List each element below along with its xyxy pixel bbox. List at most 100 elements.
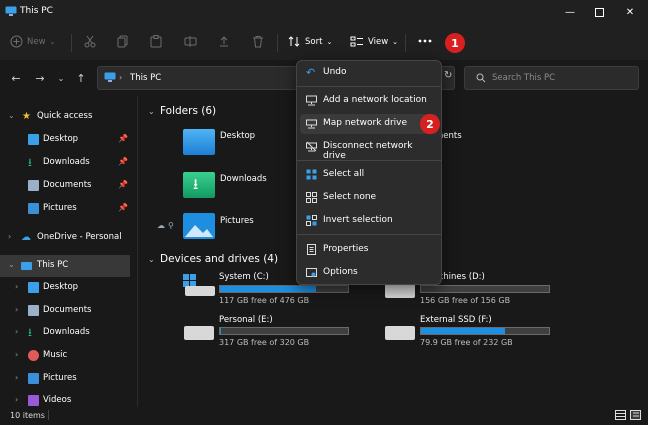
toolbar-divider xyxy=(277,34,278,52)
folder-desktop[interactable] xyxy=(183,129,215,155)
drive-e-icon[interactable] xyxy=(184,326,214,340)
pin-icon: 📌 xyxy=(118,203,128,212)
arrow-right-icon: → xyxy=(35,71,45,85)
folder-pictures[interactable] xyxy=(183,213,215,242)
chevron-right-icon: › xyxy=(15,350,19,359)
sidebar-item-desktop[interactable]: Desktop 📌 xyxy=(0,129,130,151)
sort-button[interactable]: Sort ⌄ xyxy=(288,35,332,48)
sidebar-item-downloads[interactable]: ⭳ Downloads 📌 xyxy=(0,152,130,174)
menu-item-invert-selection[interactable]: Invert selection xyxy=(300,211,438,231)
tiles-view-icon[interactable] xyxy=(630,410,641,420)
drive-d-icon[interactable] xyxy=(385,284,415,298)
new-button[interactable]: New ⌄ xyxy=(10,35,55,48)
delete-icon[interactable] xyxy=(252,35,264,48)
menu-item-map-network-drive[interactable]: Map network drive xyxy=(300,114,438,134)
plus-circle-icon xyxy=(10,35,23,48)
sidebar-item-quick-access[interactable]: ⌄ ★ Quick access xyxy=(0,106,130,128)
minimize-icon: — xyxy=(565,6,575,18)
drive-usage-fill xyxy=(220,286,316,292)
drive-free-space: 117 GB free of 476 GB xyxy=(219,296,310,305)
folder-downloads[interactable]: ⭳ xyxy=(183,172,215,198)
close-button[interactable]: ✕ xyxy=(615,0,645,24)
picture-icon xyxy=(28,373,39,384)
menu-item-add-network-location[interactable]: Add a network location xyxy=(300,91,438,111)
sidebar-item-this-pc[interactable]: ⌄ This PC xyxy=(0,255,130,277)
cut-icon[interactable] xyxy=(84,35,96,48)
sidebar-item-pc-music[interactable]: › Music xyxy=(0,345,130,367)
up-button[interactable]: ↑ xyxy=(73,70,89,86)
sidebar-item-label: Quick access xyxy=(37,111,93,121)
menu-item-disconnect-network-drive[interactable]: Disconnect network drive xyxy=(300,137,438,161)
cloud-icon: ☁ xyxy=(21,232,31,243)
select-none-icon xyxy=(306,192,317,203)
refresh-button[interactable]: ↻ xyxy=(444,70,452,81)
paste-icon[interactable] xyxy=(150,35,162,48)
sidebar-item-label: Videos xyxy=(43,395,72,405)
chevron-down-icon: ⌄ xyxy=(49,37,56,46)
document-icon xyxy=(28,305,39,316)
sidebar-item-pictures[interactable]: Pictures 📌 xyxy=(0,198,130,220)
options-icon xyxy=(306,268,317,277)
sidebar-item-pc-downloads[interactable]: › ⭳ Downloads xyxy=(0,322,130,344)
menu-item-select-all[interactable]: Select all xyxy=(300,165,438,185)
this-pc-icon xyxy=(21,262,32,270)
back-button[interactable]: ← xyxy=(8,70,24,86)
menu-item-label: Options xyxy=(323,267,358,277)
sidebar-item-pc-desktop[interactable]: › Desktop xyxy=(0,277,130,299)
desktop-folder-icon xyxy=(183,129,215,155)
document-icon xyxy=(28,180,39,191)
chevron-right-icon: › xyxy=(119,73,123,82)
menu-item-options[interactable]: Options xyxy=(300,263,438,283)
menu-item-label: Invert selection xyxy=(323,215,393,225)
minimize-button[interactable]: — xyxy=(555,0,585,24)
chevron-down-icon: ⌄ xyxy=(392,37,399,46)
drive-c[interactable] xyxy=(183,274,217,298)
sidebar-divider xyxy=(137,96,138,407)
recent-locations-button[interactable]: ⌄ xyxy=(53,70,69,86)
menu-item-label: Map network drive xyxy=(323,118,408,128)
menu-item-properties[interactable]: Properties xyxy=(300,240,438,260)
sidebar-item-label: Pictures xyxy=(43,203,77,213)
select-all-icon xyxy=(306,169,317,180)
rename-icon[interactable] xyxy=(184,35,197,48)
sidebar-item-label: Downloads xyxy=(43,327,90,337)
close-icon: ✕ xyxy=(625,6,635,18)
chevron-down-icon: ⌄ xyxy=(8,260,15,269)
sidebar-item-pc-documents[interactable]: › Documents xyxy=(0,300,130,322)
sort-label: Sort xyxy=(305,36,323,47)
sidebar-item-onedrive[interactable]: › ☁ OneDrive - Personal xyxy=(0,227,130,249)
menu-item-undo[interactable]: ↶ Undo xyxy=(300,63,438,83)
folders-header[interactable]: Folders (6) xyxy=(160,105,216,117)
menu-divider xyxy=(297,160,441,161)
cloud-status-icon: ☁ xyxy=(157,221,165,230)
annotation-badge-2: 2 xyxy=(420,114,440,134)
pin-icon: 📌 xyxy=(118,134,128,143)
sidebar-item-label: Music xyxy=(43,350,68,360)
copy-icon[interactable] xyxy=(117,35,129,48)
forward-button[interactable]: → xyxy=(32,70,48,86)
share-icon[interactable] xyxy=(218,35,230,48)
search-input[interactable]: Search This PC xyxy=(492,73,555,83)
see-more-button[interactable] xyxy=(413,31,437,51)
new-label: New xyxy=(27,36,46,47)
view-button[interactable]: View ⌄ xyxy=(350,35,398,48)
invert-selection-icon xyxy=(306,215,317,226)
menu-item-select-none[interactable]: Select none xyxy=(300,188,438,208)
drive-usage-bar xyxy=(420,285,550,293)
details-view-icon[interactable] xyxy=(615,410,626,420)
arrow-left-icon: ← xyxy=(11,71,21,85)
drive-f-icon[interactable] xyxy=(385,326,415,340)
this-pc-icon xyxy=(104,72,116,82)
menu-item-label: Select none xyxy=(323,192,377,202)
sidebar-item-pc-pictures[interactable]: › Pictures xyxy=(0,368,130,390)
arrow-up-icon: ↑ xyxy=(76,71,86,85)
sidebar-item-label: Desktop xyxy=(43,134,79,144)
downloads-folder-icon: ⭳ xyxy=(183,172,215,198)
drive-label: System (C:) xyxy=(219,272,269,282)
toolbar-divider xyxy=(405,34,406,52)
maximize-icon xyxy=(594,7,604,17)
sidebar-item-documents[interactable]: Documents 📌 xyxy=(0,175,130,197)
address-path: This PC xyxy=(130,73,162,83)
maximize-button[interactable] xyxy=(584,0,614,24)
drives-header[interactable]: Devices and drives (4) xyxy=(160,253,278,265)
